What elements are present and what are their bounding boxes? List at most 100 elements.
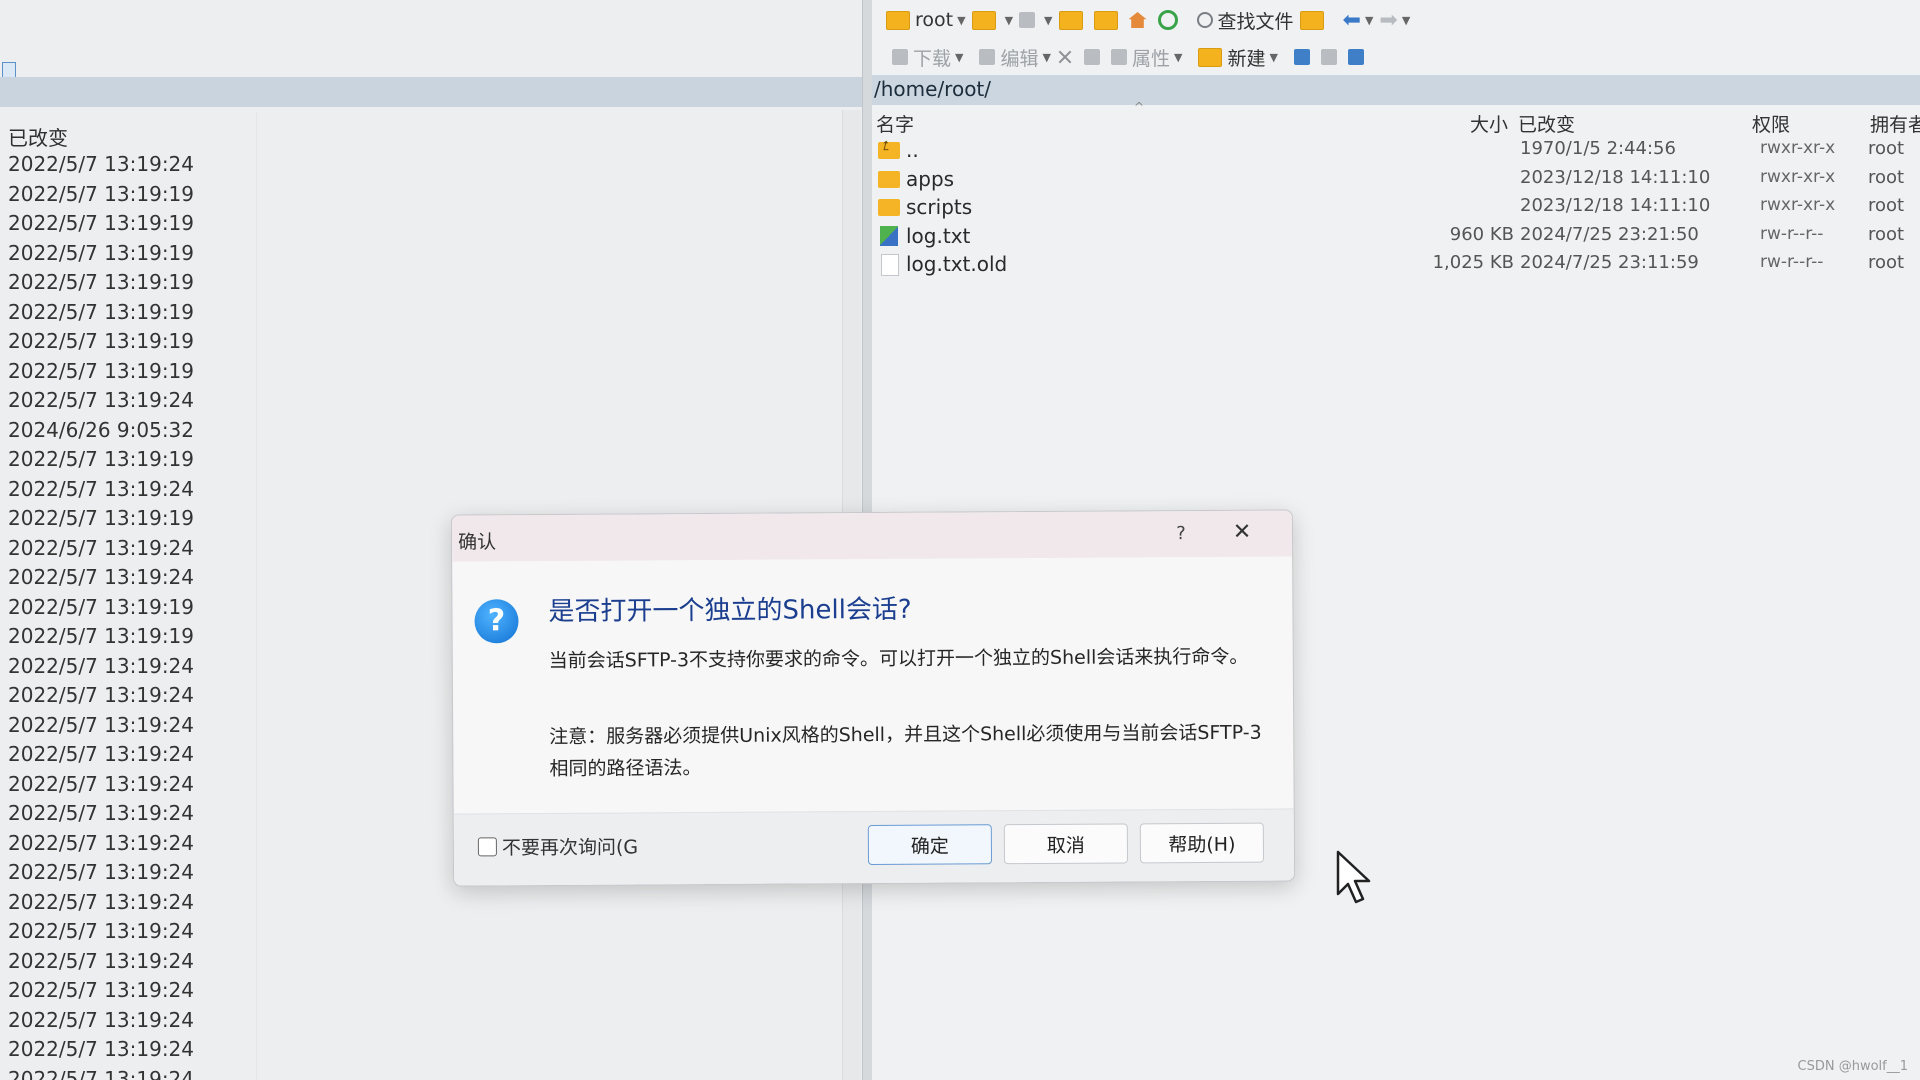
column-header-size[interactable]: 大小: [1470, 110, 1508, 137]
local-changed-cell[interactable]: 2022/5/7 13:19:19: [8, 209, 194, 239]
local-changed-cell[interactable]: 2022/5/7 13:19:19: [8, 593, 194, 623]
filter-mask-button[interactable]: [1347, 42, 1369, 72]
file-size: 960 KB: [1449, 223, 1514, 245]
local-changed-cell[interactable]: 2022/5/7 13:19:19: [8, 357, 194, 387]
forward-button[interactable]: ➡ ▼: [1379, 5, 1410, 35]
download-button[interactable]: 下载 ▼: [892, 42, 963, 72]
edit-label: 编辑: [1000, 47, 1039, 70]
remote-toolbar-top: root ▼ ▼ ▼ 查找文件 ⬅ ▼ ➡ ▼: [872, 2, 1920, 38]
local-changed-cell[interactable]: 2022/5/7 13:19:19: [8, 504, 194, 534]
local-changed-cell[interactable]: 2022/5/7 13:19:24: [8, 740, 194, 770]
local-changed-cell[interactable]: 2022/5/7 13:19:24: [8, 386, 194, 416]
edit-button[interactable]: 编辑 ▼: [979, 42, 1051, 72]
column-header-rights[interactable]: 权限: [1752, 110, 1790, 137]
sync-browse-button[interactable]: [1299, 5, 1329, 35]
open-folder-button[interactable]: ▼: [971, 5, 1014, 35]
dont-ask-again-checkbox[interactable]: [477, 837, 497, 857]
rename-icon: [1083, 49, 1100, 65]
delete-icon: [1057, 49, 1073, 65]
local-changed-cell[interactable]: 2022/5/7 13:19:19: [8, 327, 194, 357]
back-button[interactable]: ⬅ ▼: [1343, 5, 1374, 35]
file-changed: 2024/7/25 23:21:50: [1520, 223, 1699, 245]
local-changed-cell[interactable]: 2022/5/7 13:19:24: [8, 829, 194, 859]
refresh-button[interactable]: [1157, 5, 1183, 35]
winscp-window: 已改变 2022/5/7 13:19:24 2022/5/7 13:19:19 20…: [0, 0, 1920, 1080]
local-changed-cell[interactable]: 2022/5/7 13:19:19: [8, 298, 194, 328]
local-changed-cell[interactable]: 2022/5/7 13:19:24: [8, 681, 194, 711]
arrow-right-icon: ➡: [1379, 7, 1398, 33]
local-changed-cell[interactable]: 2022/5/7 13:19:24: [8, 150, 194, 180]
local-changed-cell[interactable]: 2022/5/7 13:19:24: [8, 1035, 194, 1065]
local-changed-cell[interactable]: 2022/5/7 13:19:24: [8, 799, 194, 829]
help-button[interactable]: 帮助(H): [1139, 822, 1265, 864]
chevron-down-icon: ▼: [955, 50, 964, 64]
properties-icon: [1110, 49, 1127, 65]
local-changed-cell[interactable]: 2022/5/7 13:19:24: [8, 534, 194, 564]
local-changed-cell[interactable]: 2022/5/7 13:19:24: [8, 888, 194, 918]
local-changed-cell[interactable]: 2022/5/7 13:19:24: [8, 475, 194, 505]
root-dir-button[interactable]: [1093, 5, 1123, 35]
column-header-changed[interactable]: 已改变: [1518, 110, 1575, 137]
local-changed-cell[interactable]: 2022/5/7 13:19:24: [8, 858, 194, 888]
location-dropdown[interactable]: root ▼: [886, 5, 966, 35]
local-changed-cell[interactable]: 2022/5/7 13:19:24: [8, 1065, 194, 1080]
file-row[interactable]: .. 1970/1/5 2:44:56 rwxr-xr-x root: [872, 136, 1920, 165]
local-changed-cell[interactable]: 2022/5/7 13:19:24: [8, 1006, 194, 1036]
dialog-heading: 是否打开一个独立的Shell会话?: [548, 594, 912, 627]
filter-icon[interactable]: [2, 62, 16, 78]
local-changed-cell[interactable]: 2022/5/7 13:19:24: [8, 652, 194, 682]
column-header-name[interactable]: 名字: [876, 110, 914, 137]
home-button[interactable]: [1128, 5, 1152, 35]
filter-button[interactable]: ▼: [1019, 5, 1053, 35]
properties-button[interactable]: 属性 ▼: [1110, 42, 1183, 72]
ok-button[interactable]: 确定: [867, 824, 993, 866]
folder-icon: [878, 170, 900, 188]
file-icon: [881, 254, 899, 276]
select-all-button[interactable]: [1293, 42, 1315, 72]
close-icon[interactable]: ✕: [1222, 517, 1262, 549]
chevron-down-icon: ▼: [1004, 13, 1014, 27]
file-name: scripts: [906, 195, 973, 219]
plus-icon: [1293, 49, 1310, 65]
help-icon[interactable]: ?: [1164, 519, 1198, 549]
local-changed-cell[interactable]: 2024/6/26 9:05:32: [8, 416, 194, 446]
local-changed-cell[interactable]: 2022/5/7 13:19:24: [8, 711, 194, 741]
file-size: 1,025 KB: [1432, 252, 1514, 273]
file-row[interactable]: log.txt.old 1,025 KB 2024/7/25 23:11:59 rw-…: [872, 250, 1920, 279]
file-name: log.txt.old: [906, 252, 1008, 276]
local-changed-cell[interactable]: 2022/5/7 13:19:19: [8, 268, 194, 298]
sort-ascending-icon: ^: [1134, 100, 1145, 114]
local-changed-cell[interactable]: 2022/5/7 13:19:24: [8, 770, 194, 800]
unselect-button[interactable]: [1320, 42, 1342, 72]
dont-ask-again-label[interactable]: 不要再次询问(G: [502, 832, 638, 860]
file-row[interactable]: scripts 2023/12/18 14:11:10 rwxr-xr-x root: [872, 193, 1920, 222]
remote-path-bar[interactable]: [872, 75, 1920, 105]
rename-button[interactable]: [1083, 42, 1105, 72]
column-header-owner[interactable]: 拥有者: [1870, 110, 1920, 137]
new-button[interactable]: 新建 ▼: [1198, 42, 1278, 72]
local-path-bar[interactable]: [0, 77, 862, 107]
local-changed-cell[interactable]: 2022/5/7 13:19:19: [8, 445, 194, 475]
root-folder-icon: [1093, 10, 1118, 30]
local-changed-cell[interactable]: 2022/5/7 13:19:24: [8, 976, 194, 1006]
local-column-header-changed[interactable]: 已改变: [8, 122, 68, 151]
find-files-button[interactable]: 查找文件: [1196, 5, 1294, 35]
chevron-down-icon: ▼: [1173, 50, 1183, 64]
file-row[interactable]: log.txt 960 KB 2024/7/25 23:21:50 rw-r--r--…: [872, 222, 1920, 251]
remote-file-list: .. 1970/1/5 2:44:56 rwxr-xr-x root apps 2023/…: [872, 136, 1920, 279]
local-changed-cell[interactable]: 2022/5/7 13:19:19: [8, 180, 194, 210]
local-changed-cell[interactable]: 2022/5/7 13:19:24: [8, 917, 194, 947]
file-row[interactable]: apps 2023/12/18 14:11:10 rwxr-xr-x root: [872, 165, 1920, 194]
file-rights: rw-r--r--: [1760, 223, 1824, 244]
local-changed-cell[interactable]: 2022/5/7 13:19:24: [8, 563, 194, 593]
delete-button[interactable]: [1057, 42, 1078, 72]
dialog-note: 注意：服务器必须提供Unix风格的Shell，并且这个Shell必须使用与当前会…: [549, 721, 1262, 780]
local-changed-cell[interactable]: 2022/5/7 13:19:19: [8, 239, 194, 269]
local-changed-cell[interactable]: 2022/5/7 13:19:24: [8, 947, 194, 977]
local-changed-cell[interactable]: 2022/5/7 13:19:19: [8, 622, 194, 652]
parent-dir-button[interactable]: [1058, 5, 1088, 35]
chevron-down-icon: ▼: [1042, 50, 1051, 64]
file-name: apps: [906, 166, 955, 191]
cancel-button[interactable]: 取消: [1003, 823, 1129, 865]
remote-path[interactable]: /home/root/: [874, 77, 991, 101]
